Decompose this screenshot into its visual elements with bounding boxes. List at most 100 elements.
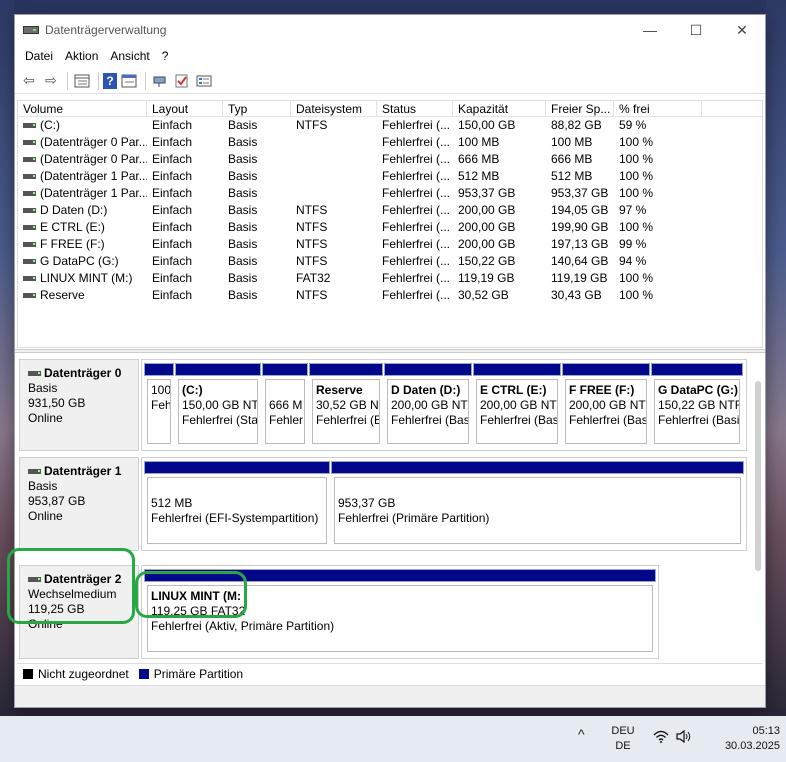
keyboard-layout-code: DE	[615, 740, 631, 752]
partition-c[interactable]: (C:) 150,00 GB NT Fehlerfrei (Sta	[175, 363, 261, 447]
partition-efi[interactable]: 512 MB Fehlerfrei (EFI-Systempartition)	[144, 461, 330, 547]
partition-reserve[interactable]: Reserve 30,52 GB N Fehlerfrei (E	[309, 363, 383, 447]
column-header-volume[interactable]: Volume	[18, 101, 147, 116]
volume-row[interactable]: G DataPC (G:) Einfach Basis NTFS Fehlerfrei …	[18, 253, 762, 270]
list-view-icon[interactable]	[72, 71, 92, 91]
partition-size: 200,00 GB NTF	[391, 398, 469, 412]
menu-ansicht[interactable]: Ansicht	[104, 49, 155, 63]
volume-free-space: 199,90 GB	[551, 220, 609, 234]
menu-datei[interactable]: Datei	[19, 49, 59, 63]
disk-0-type: Basis	[28, 381, 58, 395]
volume-row[interactable]: E CTRL (E:) Einfach Basis NTFS Fehlerfrei (.…	[18, 219, 762, 236]
settings-view-icon[interactable]	[194, 71, 214, 91]
volume-row[interactable]: F FREE (F:) Einfach Basis NTFS Fehlerfrei (.…	[18, 236, 762, 253]
column-header-filesystem[interactable]: Dateisystem	[291, 101, 377, 116]
partition-size: 200,00 GB NTF	[569, 398, 647, 412]
volume-free-space: 512 MB	[551, 169, 593, 183]
legend-primary: Primäre Partition	[138, 666, 244, 681]
column-header-free-space[interactable]: Freier Sp...	[546, 101, 614, 116]
volume-row[interactable]: LINUX MINT (M:) Einfach Basis FAT32 Fehlerfr…	[18, 270, 762, 287]
toolbar-separator	[67, 71, 68, 90]
clock[interactable]: 05:13 30.03.2025	[700, 724, 780, 754]
back-arrow-icon[interactable]: ⇦	[19, 71, 39, 91]
partition-disk0-3[interactable]: 666 M Fehler	[262, 363, 308, 447]
partition-primary-disk1[interactable]: 953,37 GB Fehlerfrei (Primäre Partition)	[331, 461, 744, 547]
volume-free-space: 100 MB	[551, 135, 593, 149]
column-header-type[interactable]: Typ	[223, 101, 291, 116]
menu-bar: Datei Aktion Ansicht ?	[15, 45, 765, 67]
volume-cell: G DataPC (G:)	[18, 253, 147, 270]
properties-view-icon[interactable]	[119, 71, 139, 91]
partition-f-free[interactable]: F FREE (F:) 200,00 GB NTF Fehlerfrei (Bas	[562, 363, 650, 447]
unallocated-swatch	[23, 668, 33, 679]
partition-status: Fehlerfrei (EFI-Systempartition)	[151, 511, 319, 525]
menu-help[interactable]: ?	[156, 49, 175, 63]
connect-icon[interactable]	[150, 71, 170, 91]
menu-aktion[interactable]: Aktion	[59, 49, 104, 63]
partition-status: Fehlerfrei (Sta	[182, 413, 258, 427]
volume-row[interactable]: (Datenträger 0 Par... Einfach Basis Fehlerf…	[18, 134, 762, 151]
disk-1-info[interactable]: Datenträger 1 Basis 953,87 GB Online	[19, 457, 139, 551]
partition-d-daten[interactable]: D Daten (D:) 200,00 GB NTF Fehlerfrei (Bas…	[384, 363, 472, 447]
volume-capacity: 150,22 GB	[458, 254, 516, 268]
volume-row[interactable]: (Datenträger 1 Par... Einfach Basis Fehlerf…	[18, 168, 762, 185]
volume-capacity: 100 MB	[458, 135, 500, 149]
volume-type: Basis	[228, 135, 258, 149]
maximize-button[interactable]: ☐	[673, 15, 719, 45]
partition-size: 666 M	[269, 398, 303, 412]
volume-row[interactable]: (Datenträger 1 Par... Einfach Basis Fehlerf…	[18, 185, 762, 202]
input-language-indicator[interactable]: DEU DE	[600, 724, 646, 754]
volume-type: Basis	[228, 118, 258, 132]
volume-status: Fehlerfrei (...	[382, 186, 451, 200]
volume-row[interactable]: (C:) Einfach Basis NTFS Fehlerfrei (... 150,0…	[18, 117, 762, 134]
volume-layout: Einfach	[152, 288, 193, 302]
speaker-volume-icon[interactable]	[676, 729, 692, 746]
desktop-wallpaper-right	[766, 0, 786, 715]
volume-row[interactable]: (Datenträger 0 Par... Einfach Basis Fehlerf…	[18, 151, 762, 168]
checklist-icon[interactable]	[172, 71, 192, 91]
column-header-percent-free[interactable]: % frei	[614, 101, 702, 116]
volume-free-space: 197,13 GB	[551, 237, 609, 251]
partition-title: D Daten (D:)	[391, 383, 461, 397]
volume-type: Basis	[228, 186, 258, 200]
forward-arrow-icon[interactable]: ⇨	[41, 71, 61, 91]
volume-row[interactable]: Reserve Einfach Basis NTFS Fehlerfrei (... 30…	[18, 287, 762, 304]
clock-date: 30.03.2025	[724, 740, 780, 752]
volume-icon	[23, 276, 36, 281]
volume-row[interactable]: D Daten (D:) Einfach Basis NTFS Fehlerfrei (…	[18, 202, 762, 219]
minimize-button[interactable]: —	[627, 15, 673, 45]
column-header-layout[interactable]: Layout	[147, 101, 223, 116]
column-header-status[interactable]: Status	[377, 101, 453, 116]
partition-status: Fehler	[269, 413, 304, 427]
volume-percent-free: 100 %	[619, 152, 654, 166]
disk-0-status: Online	[28, 411, 63, 425]
partition-disk0-1[interactable]: 100 Feh	[144, 363, 174, 447]
volume-percent-free: 100 %	[619, 169, 654, 183]
volume-status: Fehlerfrei (...	[382, 288, 451, 302]
volume-percent-free: 99 %	[619, 237, 647, 251]
help-icon[interactable]: ?	[103, 72, 117, 89]
column-header-capacity[interactable]: Kapazität	[453, 101, 546, 116]
wifi-icon[interactable]	[653, 730, 669, 746]
disk-0-info[interactable]: Datenträger 0 Basis 931,50 GB Online	[19, 359, 139, 451]
vertical-scrollbar[interactable]	[755, 381, 761, 571]
partition-title: F FREE (F:)	[569, 383, 635, 397]
partition-e-ctrl[interactable]: E CTRL (E:) 200,00 GB NTF Fehlerfrei (Bas	[473, 363, 561, 447]
volume-status: Fehlerfrei (...	[382, 271, 451, 285]
volume-layout: Einfach	[152, 237, 193, 251]
close-button[interactable]: ✕	[719, 15, 765, 45]
volume-type: Basis	[228, 169, 258, 183]
highlight-linux-mint-partition	[135, 571, 247, 618]
legend-primary-label: Primäre Partition	[153, 666, 244, 681]
status-bar	[15, 685, 765, 707]
volume-status: Fehlerfrei (...	[382, 169, 451, 183]
clock-time: 05:13	[752, 725, 780, 737]
volume-type: Basis	[228, 203, 258, 217]
legend-unallocated: Nicht zugeordnet	[23, 667, 129, 681]
partition-g-datapc[interactable]: G DataPC (G:)150,22 GB NTFSFehlerfrei (B…	[651, 363, 743, 447]
title-bar[interactable]: Datenträgerverwaltung — ☐ ✕	[15, 15, 765, 45]
volume-free-space: 953,37 GB	[551, 186, 609, 200]
volume-cell: Reserve	[18, 287, 147, 304]
volume-icon	[23, 293, 36, 298]
show-hidden-icons-chevron-icon[interactable]: ^	[578, 726, 585, 742]
